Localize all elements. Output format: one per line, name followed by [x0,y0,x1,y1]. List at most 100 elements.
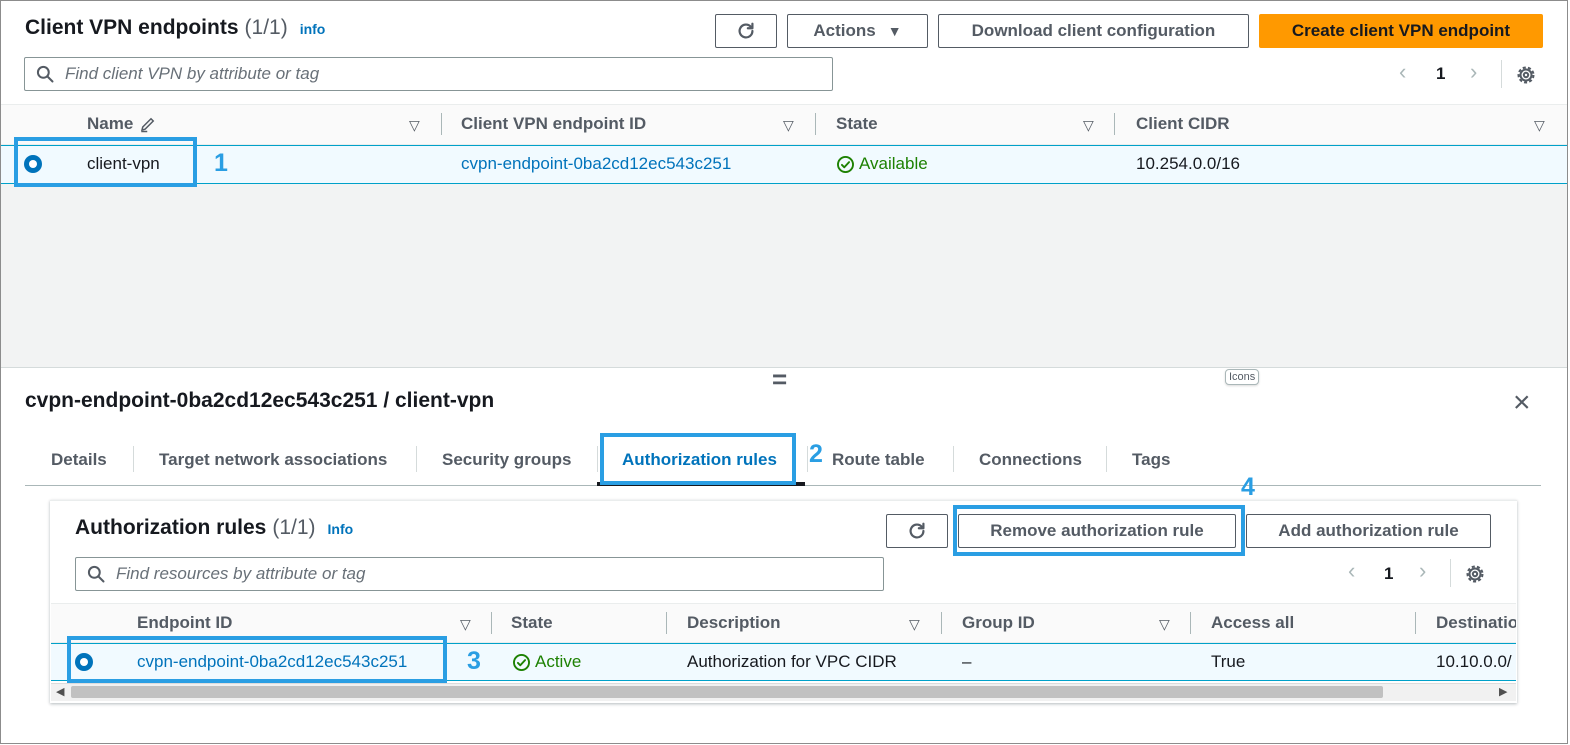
col-header-destination[interactable]: Destinatio [1436,613,1516,633]
add-authorization-rule-button[interactable]: Add authorization rule [1246,514,1491,548]
col-header-endpoint-id[interactable]: Endpoint ID [137,613,232,633]
info-link[interactable]: info [300,21,326,37]
page-title: Client VPN endpoints [25,16,239,39]
check-circle-icon [837,155,854,173]
tab-security-groups[interactable]: Security groups [442,450,571,470]
page-number[interactable]: 1 [1436,64,1445,84]
col-header-name[interactable]: Name [87,114,157,134]
client-cidr-cell: 10.254.0.0/16 [1136,154,1240,173]
group-id-cell: – [962,652,972,671]
search-icon [36,65,54,83]
refresh-button[interactable] [715,14,777,48]
sort-icon[interactable]: ▽ [1083,117,1094,134]
tab-divider [597,446,598,472]
auth-rules-count: (1/1) [272,516,316,539]
sort-icon[interactable]: ▽ [460,616,471,633]
endpoint-id-link[interactable]: cvpn-endpoint-0ba2cd12ec543c251 [461,154,731,174]
col-header-state[interactable]: State [511,613,553,633]
callout-number-2: 2 [809,440,823,468]
tab-target-network-associations[interactable]: Target network associations [159,450,387,470]
chevron-right-icon[interactable]: › [1470,59,1477,85]
detail-title: cvpn-endpoint-0ba2cd12ec543c251 / client… [25,389,495,412]
caret-down-icon: ▼ [887,23,902,39]
endpoints-title-group: Client VPN endpoints (1/1) info [25,16,325,40]
search-input[interactable] [114,563,832,585]
pager-divider [1501,60,1502,88]
chevron-left-icon[interactable]: ‹ [1399,59,1406,85]
sort-icon[interactable]: ▽ [1534,117,1545,134]
auth-title-group: Authorization rules (1/1) Info [75,516,353,540]
chevron-left-icon[interactable]: ‹ [1348,558,1355,584]
col-header-group-id[interactable]: Group ID [962,613,1035,633]
state-cell: Active [512,652,581,672]
scroll-left-icon[interactable]: ◀ [56,685,64,698]
state-cell: Available [836,154,928,174]
callout-box-4 [953,505,1245,556]
refresh-button[interactable] [886,514,948,548]
actions-label: Actions [813,21,876,40]
check-circle-icon [513,653,530,671]
resource-search-field[interactable] [75,557,884,591]
pager-divider [1450,559,1451,587]
tab-divider [1106,446,1107,472]
tooltip: Icons [1225,369,1260,385]
refresh-icon [738,22,754,39]
actions-dropdown[interactable]: Actions ▼ [787,14,928,48]
callout-number-3: 3 [467,647,481,675]
resize-handle[interactable]: = [772,364,787,395]
tab-divider [953,446,954,472]
tab-details[interactable]: Details [51,450,107,470]
access-all-cell: True [1211,652,1246,671]
tab-connections[interactable]: Connections [979,450,1082,470]
tab-route-table[interactable]: Route table [832,450,925,470]
column-divider[interactable] [1190,612,1191,634]
endpoints-count: (1/1) [244,16,288,39]
scroll-right-icon[interactable]: ▶ [1499,685,1507,698]
column-divider[interactable] [491,612,492,634]
download-client-configuration-button[interactable]: Download client configuration [938,14,1249,48]
column-divider[interactable] [666,612,667,634]
gear-icon[interactable] [1514,63,1538,87]
col-header-endpoint-id[interactable]: Client VPN endpoint ID [461,114,646,134]
endpoint-search-field[interactable] [24,57,833,91]
sort-icon[interactable]: ▽ [783,117,794,134]
description-cell: Authorization for VPC CIDR [687,652,897,671]
table-row[interactable] [1,145,1567,184]
callout-number-1: 1 [214,149,228,177]
column-divider[interactable] [941,612,942,634]
close-icon[interactable]: × [1513,386,1531,420]
state-text: Available [859,154,928,173]
column-divider[interactable] [815,113,816,135]
scrollbar-thumb[interactable] [71,686,1383,698]
column-divider[interactable] [1114,113,1115,135]
sort-icon[interactable]: ▽ [409,117,420,134]
tab-divider [807,446,808,472]
page-number[interactable]: 1 [1384,564,1393,584]
tab-tags[interactable]: Tags [1132,450,1170,470]
column-divider[interactable] [1415,612,1416,634]
sort-icon[interactable]: ▽ [1159,616,1170,633]
col-header-description[interactable]: Description [687,613,781,633]
destination-cell: 10.10.0.0/ [1436,652,1512,671]
callout-box-1 [14,137,197,187]
search-icon [87,565,105,583]
create-endpoint-button[interactable]: Create client VPN endpoint [1259,14,1543,48]
col-header-client-cidr[interactable]: Client CIDR [1136,114,1230,134]
callout-box-2 [600,433,796,485]
sort-icon[interactable]: ▽ [909,616,920,633]
search-input[interactable] [63,63,781,85]
chevron-right-icon[interactable]: › [1419,558,1426,584]
gear-icon[interactable] [1463,562,1487,586]
tab-divider [416,446,417,472]
col-header-access-all[interactable]: Access all [1211,613,1294,633]
tab-divider [133,446,134,472]
auth-rules-title: Authorization rules [75,516,267,539]
col-header-state[interactable]: State [836,114,878,134]
callout-box-3 [67,636,447,683]
edit-pencil-icon [141,117,155,133]
col-label: Name [87,114,134,133]
column-divider[interactable] [441,113,442,135]
refresh-icon [909,522,925,539]
state-text: Active [535,652,582,671]
info-link[interactable]: Info [328,521,354,537]
